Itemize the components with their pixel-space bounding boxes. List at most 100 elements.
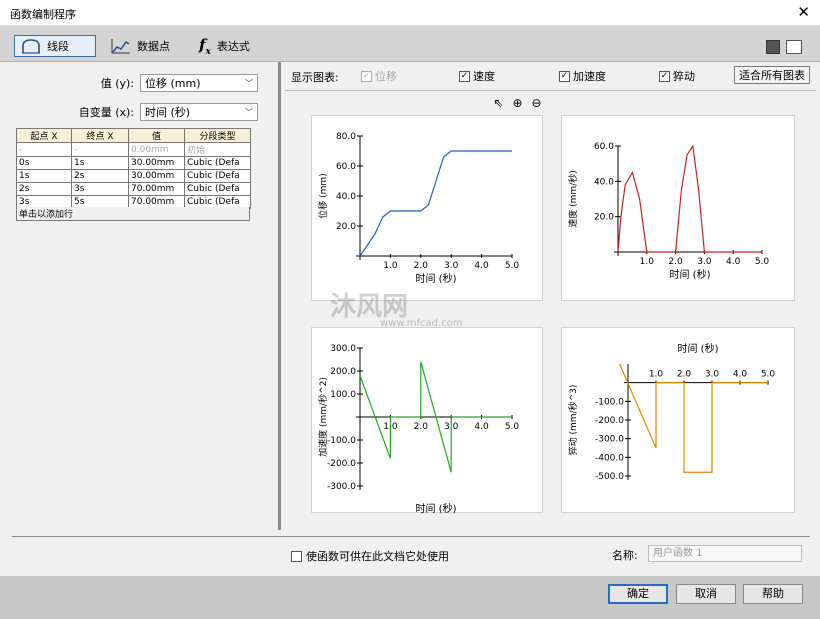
series-line-jerk xyxy=(619,363,768,473)
chevron-down-icon: ﹀ xyxy=(245,107,253,117)
tab-segments[interactable]: 线段 xyxy=(14,35,96,57)
table-cell[interactable]: 0.00mm xyxy=(128,142,185,157)
table-cell[interactable]: 2s xyxy=(16,182,72,196)
zoom-out-icon[interactable]: ⊖ xyxy=(529,96,544,111)
checkbox-box: ✓ xyxy=(659,70,670,82)
table-cell[interactable]: 70.00mm xyxy=(128,182,185,196)
x-tick-label: 2.0 xyxy=(414,422,429,432)
help-button[interactable]: 帮助 xyxy=(743,584,803,604)
x-axis-label: 时间 (秒) xyxy=(678,342,719,355)
ok-button[interactable]: 确定 xyxy=(608,584,668,604)
table-cell[interactable]: 1s xyxy=(71,156,129,170)
y-tick-label: -300.0 xyxy=(595,435,624,445)
series-line-displacement xyxy=(359,150,512,257)
x-tick-label: 2.0 xyxy=(414,261,429,271)
x-tick-label: 1.0 xyxy=(640,257,655,267)
table-cell[interactable]: - xyxy=(71,142,129,157)
chevron-down-icon: ﹀ xyxy=(245,78,253,88)
col-value[interactable]: 值 xyxy=(128,128,185,143)
name-input[interactable]: 用户函数 1 xyxy=(648,545,802,562)
checkbox-displacement[interactable]: ✓ 位移 xyxy=(361,68,397,84)
data-points-chart-icon xyxy=(111,39,130,54)
col-end-x[interactable]: 终点 X xyxy=(71,128,129,143)
checkbox-jerk[interactable]: ✓ 猝动 xyxy=(659,68,695,84)
x-tick-label: 2.0 xyxy=(668,257,683,267)
value-row: 值 (y): 位移 (mm) ﹀ xyxy=(0,73,258,93)
x-tick-label: 4.0 xyxy=(474,261,489,271)
table-cell[interactable]: 30.00mm xyxy=(128,156,185,170)
export-icon[interactable] xyxy=(786,40,802,54)
name-label: 名称: xyxy=(612,549,638,562)
toolbar: 线段 数据点 fx 表达式 xyxy=(0,26,820,62)
left-panel: 值 (y): 位移 (mm) ﹀ 自变量 (x): 时间 (秒) ﹀ 起点 X … xyxy=(0,62,278,530)
use-elsewhere-option[interactable]: 使函数可供在此文档它处使用 xyxy=(291,548,449,564)
y-tick-label: 200.0 xyxy=(330,367,356,377)
table-row[interactable]: 0s 1s 30.00mm Cubic (Defa xyxy=(16,156,251,170)
checkbox-velocity[interactable]: ✓ 速度 xyxy=(459,68,495,84)
value-select[interactable]: 位移 (mm) ﹀ xyxy=(140,74,258,92)
x-tick-label: 4.0 xyxy=(474,422,489,432)
y-axis-label: 猝动 (mm/秒^3) xyxy=(567,385,579,456)
window-title: 函数编制程序 xyxy=(10,8,76,21)
checkbox-box: ✓ xyxy=(459,70,470,82)
checkbox-box: ✓ xyxy=(559,70,570,82)
chart-displacement: 1.0 2.0 3.0 4.0 5.0 20.0 40.0 60.0 80.0 时间 (秒) 位移 … xyxy=(311,115,543,301)
x-tick-label: 5.0 xyxy=(505,422,520,432)
value-label: 值 (y): xyxy=(100,77,134,90)
cancel-button[interactable]: 取消 xyxy=(676,584,736,604)
zoom-in-icon[interactable]: ⊕ xyxy=(510,96,525,111)
table-cell[interactable]: 3s xyxy=(71,182,129,196)
x-tick-label: 1.0 xyxy=(383,261,398,271)
x-axis-label: 时间 (秒) xyxy=(416,272,457,285)
title-bar: 函数编制程序 ✕ xyxy=(0,0,820,26)
tab-expression[interactable]: fx 表达式 xyxy=(192,35,274,57)
add-row-button[interactable]: 单击以添加行 xyxy=(16,207,250,221)
table-row[interactable]: 2s 3s 70.00mm Cubic (Defa xyxy=(16,182,251,196)
checkbox-jerk-label: 猝动 xyxy=(673,70,695,83)
table-cell[interactable]: Cubic (Defa xyxy=(184,169,251,183)
col-start-x[interactable]: 起点 X xyxy=(16,128,72,143)
use-elsewhere-checkbox[interactable] xyxy=(291,550,302,562)
value-select-text: 位移 (mm) xyxy=(145,77,201,90)
checkbox-acceleration-label: 加速度 xyxy=(573,70,606,83)
chart-jerk: 1.0 2.0 3.0 4.0 5.0 -100.0 -200.0 -300.0 -400.0 -… xyxy=(561,327,795,513)
fit-all-charts-button[interactable]: 适合所有图表 xyxy=(734,66,810,84)
y-tick-label: 20.0 xyxy=(594,213,614,223)
show-charts-label: 显示图表: xyxy=(291,71,339,84)
save-icon[interactable] xyxy=(766,40,780,54)
tab-data-points-label: 数据点 xyxy=(137,40,170,53)
x-tick-label: 1.0 xyxy=(649,370,664,380)
x-tick-label: 4.0 xyxy=(726,257,741,267)
y-tick-label: 100.0 xyxy=(330,390,356,400)
table-cell[interactable]: 初始 xyxy=(184,142,251,157)
y-tick-label: -100.0 xyxy=(327,436,356,446)
table-cell[interactable]: 1s xyxy=(16,169,72,183)
close-icon[interactable]: ✕ xyxy=(797,3,810,21)
y-axis-label: 位移 (mm) xyxy=(317,173,329,218)
table-cell[interactable]: Cubic (Defa xyxy=(184,182,251,196)
table-cell[interactable]: - xyxy=(16,142,72,157)
chart-acceleration: 1.0 2.0 3.0 4.0 5.0 300.0 200.0 100.0 -100.0 -200… xyxy=(311,327,543,514)
checkbox-acceleration[interactable]: ✓ 加速度 xyxy=(559,68,606,84)
independent-variable-select[interactable]: 时间 (秒) ﹀ xyxy=(140,103,258,121)
y-tick-label: -100.0 xyxy=(595,397,624,407)
x-tick-label: 5.0 xyxy=(505,261,520,271)
y-tick-label: -400.0 xyxy=(595,453,624,463)
independent-variable-row: 自变量 (x): 时间 (秒) ﹀ xyxy=(0,102,258,122)
y-tick-label: -500.0 xyxy=(595,472,624,482)
col-segment-type[interactable]: 分段类型 xyxy=(184,128,251,143)
series-line-velocity xyxy=(617,144,762,253)
independent-variable-label: 自变量 (x): xyxy=(78,106,134,119)
table-row[interactable]: 1s 2s 30.00mm Cubic (Defa xyxy=(16,169,251,183)
use-elsewhere-label: 使函数可供在此文档它处使用 xyxy=(306,550,449,563)
table-cell[interactable]: 30.00mm xyxy=(128,169,185,183)
pointer-icon[interactable]: ⇖ xyxy=(491,96,506,111)
y-tick-label: 60.0 xyxy=(594,142,614,152)
table-row[interactable]: - -0.00mm 初始 xyxy=(16,142,251,157)
tab-data-points[interactable]: 数据点 xyxy=(104,35,184,57)
x-tick-label: 3.0 xyxy=(697,257,712,267)
table-cell[interactable]: 2s xyxy=(71,169,129,183)
x-tick-label: 2.0 xyxy=(677,370,692,380)
table-cell[interactable]: Cubic (Defa xyxy=(184,156,251,170)
table-cell[interactable]: 0s xyxy=(16,156,72,170)
